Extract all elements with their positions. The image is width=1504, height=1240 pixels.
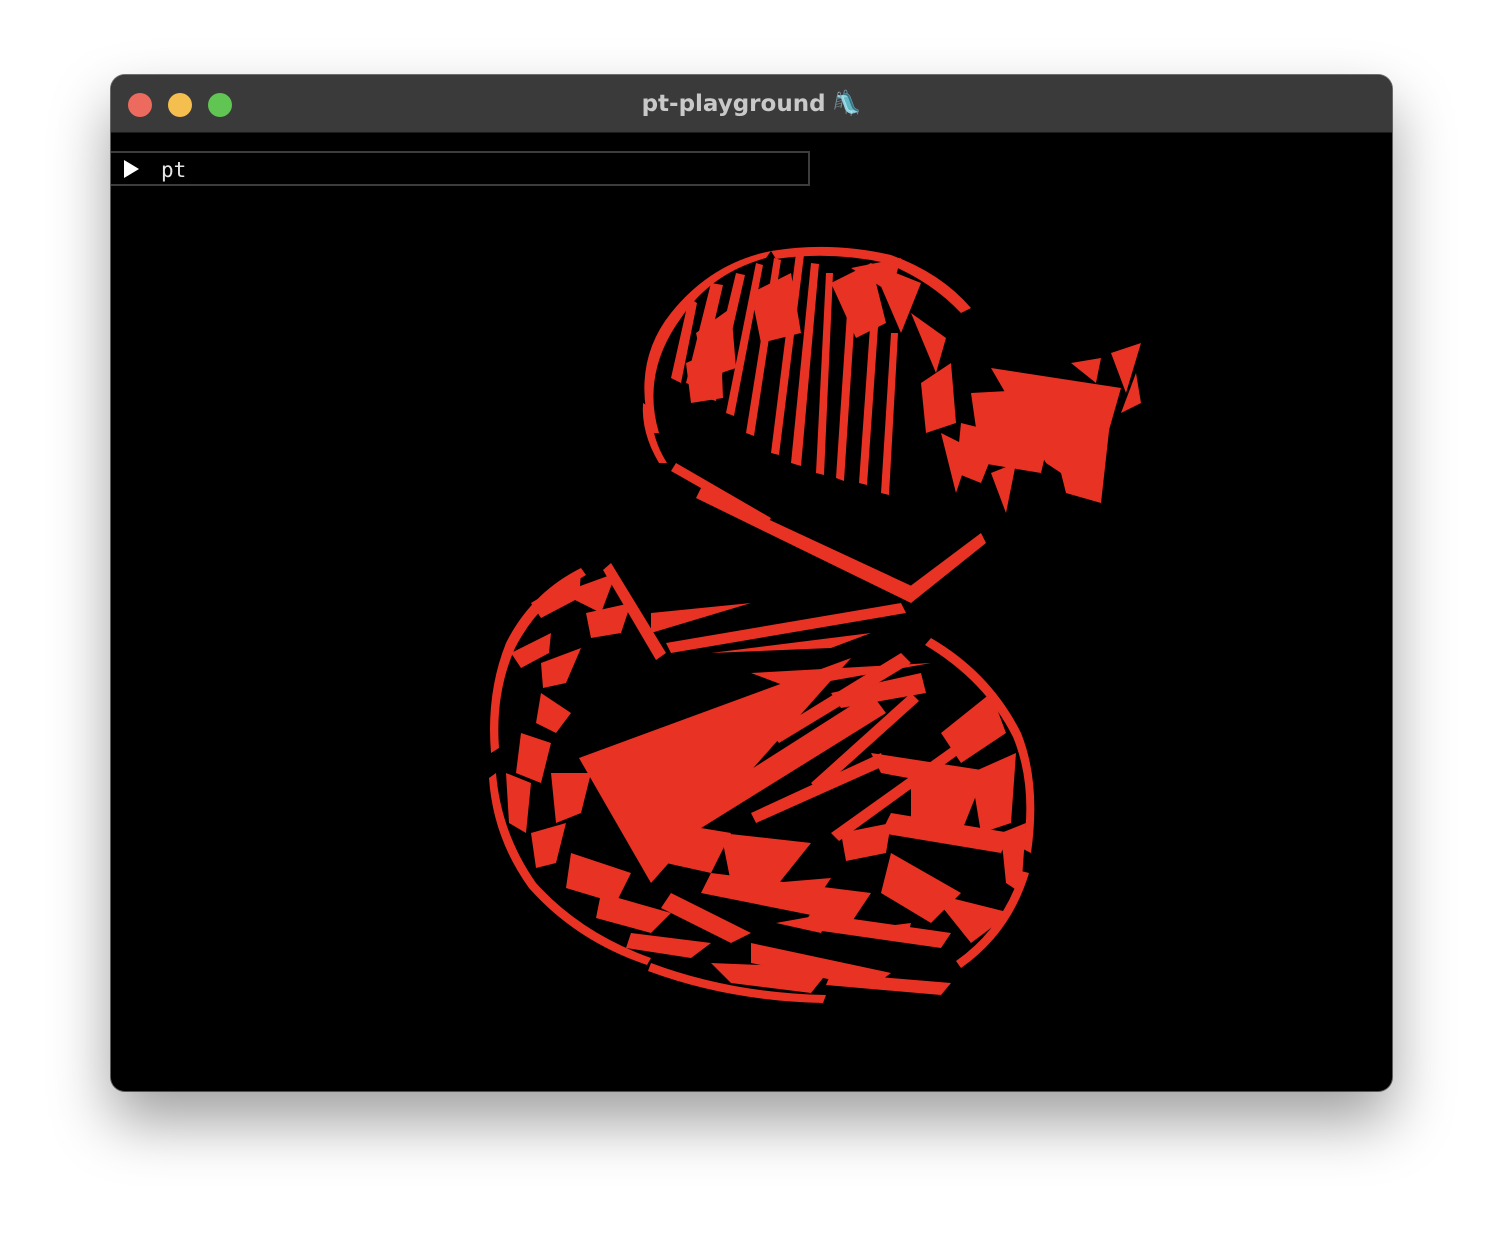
- slide-icon: 🛝: [831, 89, 862, 117]
- tree-header[interactable]: pt: [111, 151, 810, 186]
- window-title-text: pt-playground: [641, 91, 826, 117]
- window-title: pt-playground 🛝: [111, 86, 1392, 121]
- render-area[interactable]: pt: [111, 133, 1392, 1091]
- duck-mesh: [489, 246, 1141, 1003]
- tree-node-label[interactable]: pt: [161, 158, 186, 182]
- title-bar[interactable]: pt-playground 🛝: [111, 75, 1392, 133]
- scene-viewport[interactable]: [111, 133, 1392, 1091]
- app-window: pt-playground 🛝 pt: [111, 75, 1392, 1091]
- triangle-right-icon[interactable]: [124, 160, 139, 178]
